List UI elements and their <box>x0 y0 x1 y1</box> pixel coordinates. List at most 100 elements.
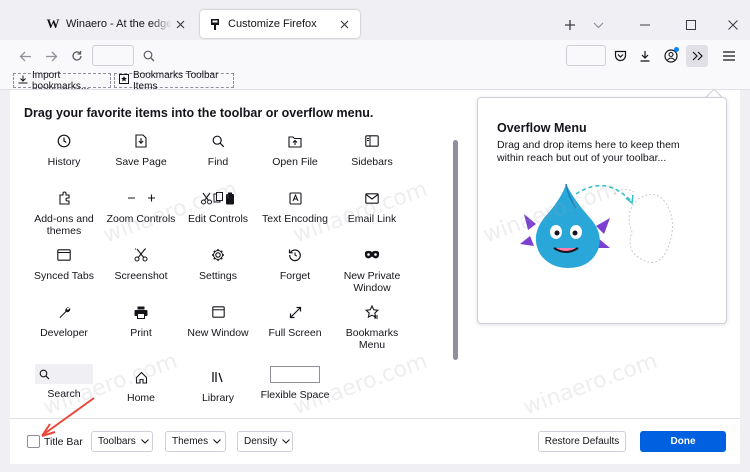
new-tab-icon[interactable] <box>559 14 581 36</box>
palette-item-new-window[interactable]: New Window <box>181 303 255 339</box>
palette-item-full-screen[interactable]: Full Screen <box>258 303 332 339</box>
overflow-panel-title: Overflow Menu <box>497 121 587 135</box>
app-menu-icon[interactable] <box>718 45 740 67</box>
palette-item-email-link[interactable]: Email Link <box>335 189 409 225</box>
pocket-icon[interactable] <box>609 45 631 67</box>
screenshot-icon <box>104 246 178 264</box>
private-window-icon <box>335 246 409 264</box>
forget-icon <box>258 246 332 264</box>
tab-strip: W Winaero - At the edge of tweaking Cust… <box>0 0 750 40</box>
bookmarks-toolbar-items[interactable]: Bookmarks Toolbar Items <box>114 70 234 92</box>
palette-item-forget[interactable]: Forget <box>258 246 332 282</box>
palette-label: Save Page <box>115 156 167 168</box>
reload-icon[interactable] <box>66 45 88 67</box>
full-screen-icon <box>258 303 332 321</box>
bookmarks-toolbar-icon <box>119 74 129 87</box>
url-bar[interactable] <box>92 45 134 66</box>
bookmarks-toolbar-items-label: Bookmarks Toolbar Items <box>133 69 219 92</box>
email-link-icon <box>335 189 409 207</box>
account-icon[interactable] <box>660 45 682 67</box>
palette-item-history[interactable]: History <box>27 132 101 168</box>
palette-item-screenshot[interactable]: Screenshot <box>104 246 178 282</box>
palette-item-flexible-space[interactable]: Flexible Space <box>258 366 332 401</box>
palette-label: Edit Controls <box>187 213 249 225</box>
palette-item-home[interactable]: Home <box>104 368 178 404</box>
palette-label: Open File <box>272 156 318 168</box>
palette-item-edit-controls[interactable]: Edit Controls <box>181 189 255 225</box>
sync-dot-icon <box>674 47 679 52</box>
customize-area: Drag your favorite items into the toolba… <box>10 88 740 464</box>
overflow-menu-button[interactable] <box>686 45 708 67</box>
palette-label: Print <box>130 327 152 339</box>
search-icon[interactable] <box>138 45 160 67</box>
overflow-menu-panel[interactable]: Overflow Menu Drag and drop items here t… <box>477 97 727 324</box>
palette-label: Bookmarks Menu <box>345 327 399 351</box>
palette-item-library[interactable]: Library <box>181 368 255 404</box>
bookmarks-toolbar: Import bookmarks... Bookmarks Toolbar It… <box>0 70 750 92</box>
palette-label: Settings <box>199 270 237 282</box>
winaero-favicon-icon: W <box>46 16 60 31</box>
themes-label: Themes <box>172 436 209 447</box>
toolbar-placeholder-box[interactable] <box>566 45 606 66</box>
toolbars-label: Toolbars <box>98 436 136 447</box>
palette-item-sidebars[interactable]: Sidebars <box>335 132 409 168</box>
density-dropdown[interactable]: Density <box>237 431 293 452</box>
restore-defaults-button[interactable]: Restore Defaults <box>538 431 626 452</box>
chevron-down-icon <box>213 436 221 447</box>
palette-label: New Private Window <box>343 270 401 294</box>
history-icon <box>27 132 101 150</box>
import-bookmarks-item[interactable]: Import bookmarks... <box>13 70 111 92</box>
maximize-icon[interactable] <box>680 14 702 36</box>
palette-item-open-file[interactable]: Open File <box>258 132 332 168</box>
import-bookmarks-label: Import bookmarks... <box>32 69 90 92</box>
navigation-toolbar <box>0 40 750 72</box>
palette-label: Text Encoding <box>262 213 328 225</box>
tab-customize-firefox[interactable]: Customize Firefox <box>200 10 360 38</box>
palette-label: Full Screen <box>268 327 322 339</box>
palette-item-search[interactable]: Search <box>27 364 101 400</box>
bookmarks-menu-icon <box>335 303 409 321</box>
close-tab-icon[interactable] <box>172 16 188 32</box>
palette-item-developer[interactable]: Developer <box>27 303 101 339</box>
toolbars-dropdown[interactable]: Toolbars <box>91 431 153 452</box>
palette-label: Screenshot <box>114 270 168 282</box>
close-window-icon[interactable] <box>722 14 744 36</box>
palette-item-synced-tabs[interactable]: Synced Tabs <box>27 246 101 282</box>
tab-title: Customize Firefox <box>228 18 317 30</box>
palette-item-save-page[interactable]: Save Page <box>104 132 178 168</box>
close-tab-icon[interactable] <box>336 16 352 32</box>
sidebars-icon <box>335 132 409 150</box>
import-icon <box>18 75 28 87</box>
library-icon <box>181 368 255 386</box>
open-file-icon <box>258 132 332 150</box>
themes-dropdown[interactable]: Themes <box>165 431 226 452</box>
customize-footer: Title Bar Toolbars Themes Density Restor… <box>10 418 740 464</box>
back-icon[interactable] <box>14 45 36 67</box>
list-all-tabs-icon[interactable] <box>587 14 609 36</box>
addons-icon <box>27 189 101 207</box>
palette-scrollbar[interactable] <box>450 126 460 408</box>
print-icon <box>104 303 178 321</box>
done-button[interactable]: Done <box>640 431 726 452</box>
tab-winaero[interactable]: W Winaero - At the edge of tweaking <box>38 10 196 38</box>
find-icon <box>181 132 255 150</box>
palette-item-new-private-window[interactable]: New Private Window <box>335 246 409 294</box>
palette-item-text-encoding[interactable]: Text Encoding <box>258 189 332 225</box>
palette-item-print[interactable]: Print <box>104 303 178 339</box>
customize-icon <box>208 17 222 31</box>
palette-heading: Drag your favorite items into the toolba… <box>24 106 374 120</box>
title-bar-checkbox[interactable] <box>27 435 40 448</box>
palette-item-settings[interactable]: Settings <box>181 246 255 282</box>
palette-item-bookmarks-menu[interactable]: Bookmarks Menu <box>335 303 409 351</box>
downloads-icon[interactable] <box>634 45 656 67</box>
minimize-icon[interactable] <box>634 14 656 36</box>
scrollbar-thumb[interactable] <box>453 140 458 360</box>
palette-item-zoom-controls[interactable]: Zoom Controls <box>104 189 178 225</box>
palette-item-addons[interactable]: Add-ons and themes <box>27 189 101 237</box>
home-icon <box>104 368 178 386</box>
density-label: Density <box>244 436 278 447</box>
palette-item-find[interactable]: Find <box>181 132 255 168</box>
title-bar-label[interactable]: Title Bar <box>44 436 83 448</box>
forward-icon[interactable] <box>40 45 62 67</box>
palette-label: History <box>47 156 81 168</box>
